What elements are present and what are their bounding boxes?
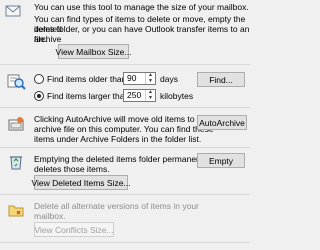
separator [0, 194, 250, 195]
separator [0, 64, 250, 65]
view-deleted-items-size-button[interactable]: View Deleted Items Size... [31, 175, 131, 190]
deleted-items-text-line-2: deletes those items. [34, 164, 110, 174]
find-larger-label: Find items larger than [47, 91, 130, 101]
autoarchive-text-line-3: items under Archive Folders in the folde… [34, 134, 202, 144]
deleted-items-text-line-1: Emptying the deleted items folder perman… [34, 154, 210, 164]
separator [0, 147, 250, 148]
intro-text-line-1: You can use this tool to manage the size… [34, 2, 249, 12]
separator [0, 107, 250, 108]
larger-unit-label: kilobytes [160, 91, 194, 101]
spinner-down-icon[interactable]: ▼ [146, 78, 155, 85]
older-days-value: 90 [127, 73, 137, 83]
view-conflicts-size-button[interactable]: View Conflicts Size... [34, 222, 114, 237]
find-items-icon [6, 72, 26, 92]
empty-button[interactable]: Empty [197, 153, 245, 168]
recycle-bin-icon [8, 154, 24, 172]
intro-text-line-4: file. [34, 34, 48, 44]
larger-kb-spinner-arrows[interactable]: ▲ ▼ [145, 90, 155, 101]
intro-text-line-3: items folder, or you can have Outlook tr… [34, 24, 250, 44]
larger-kb-value: 250 [127, 90, 142, 100]
find-older-radio[interactable] [34, 74, 44, 84]
older-days-spinner[interactable]: 90 ▲ ▼ [123, 72, 156, 85]
autoarchive-icon [7, 116, 25, 136]
find-larger-radio[interactable] [34, 91, 44, 101]
autoarchive-text-line-2: archive file on this computer. You can f… [34, 124, 214, 134]
mailbox-cleanup-icon [5, 4, 21, 20]
conflicts-folder-icon [8, 203, 24, 220]
spinner-down-icon[interactable]: ▼ [146, 95, 155, 102]
autoarchive-text-line-1: Clicking AutoArchive will move old items… [34, 114, 209, 124]
find-older-label: Find items older than [47, 74, 127, 84]
view-mailbox-size-button[interactable]: View Mailbox Size... [56, 44, 131, 59]
separator [0, 242, 250, 243]
conflicts-text-line-1: Delete all alternate versions of items i… [34, 201, 199, 211]
autoarchive-button[interactable]: AutoArchive [197, 115, 247, 130]
older-days-spinner-arrows[interactable]: ▲ ▼ [145, 73, 155, 84]
larger-kb-spinner[interactable]: 250 ▲ ▼ [123, 89, 156, 102]
conflicts-text-line-2: mailbox. [34, 211, 66, 221]
older-unit-label: days [160, 74, 178, 84]
find-button[interactable]: Find... [197, 72, 245, 87]
